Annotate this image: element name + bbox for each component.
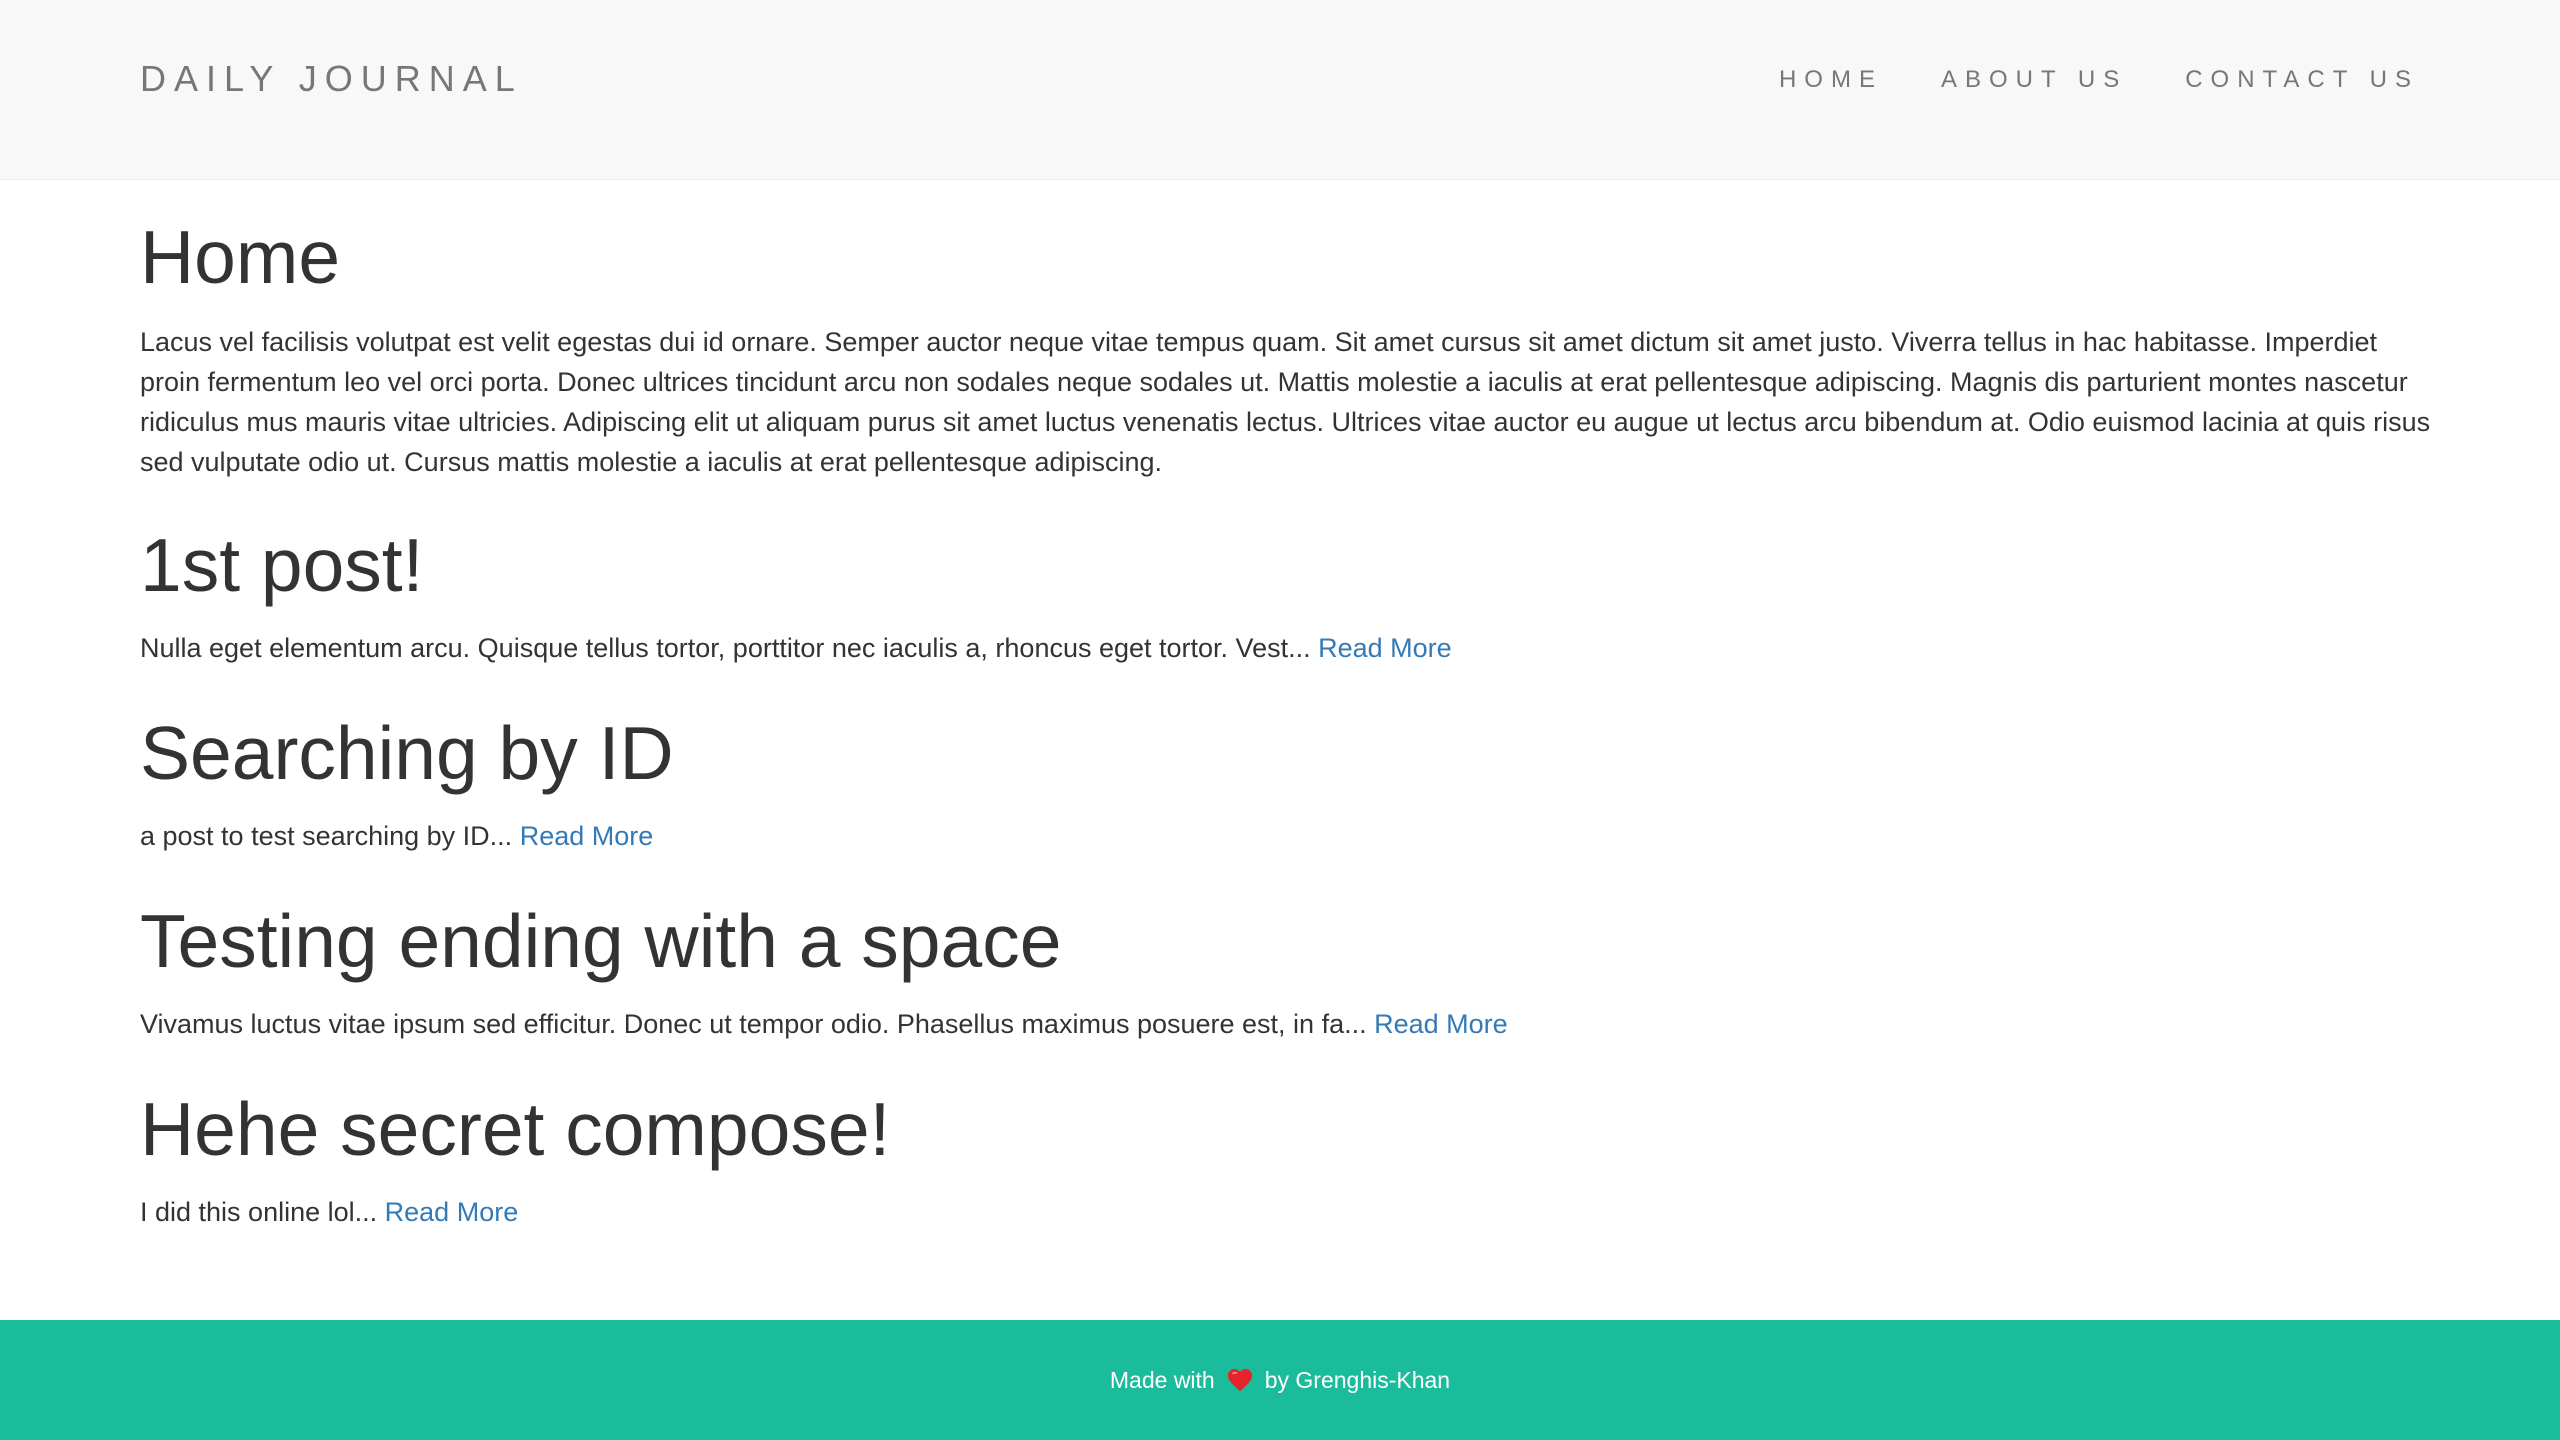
footer-made-with: Made with [1109,1366,1215,1393]
post-excerpt: a post to test searching by ID... Read M… [140,816,2440,856]
footer-author: by Grenghis-Khan [1264,1366,1451,1393]
nav-link-contact-us[interactable]: CONTACT US [2185,66,2419,94]
read-more-link[interactable]: Read More [520,821,654,851]
post-excerpt: Vivamus luctus vitae ipsum sed efficitur… [140,1004,2440,1044]
post-3: Testing ending with a space Vivamus luct… [140,896,2440,1044]
post-excerpt-text: a post to test searching by ID... [140,821,513,851]
post-2: Searching by ID a post to test searching… [140,708,2440,856]
post-title: Searching by ID [140,711,674,795]
post-4: Hehe secret compose! I did this online l… [140,1084,2440,1232]
read-more-link[interactable]: Read More [385,1197,519,1227]
brand-link[interactable]: DAILY JOURNAL [140,58,523,100]
navbar: DAILY JOURNAL HOME ABOUT US CONTACT US [0,0,2560,180]
nav-item-contact: CONTACT US [2127,66,2419,94]
footer: Made with by Grenghis-Khan [0,1320,2560,1440]
page-title: Home [140,215,341,299]
heart-icon-svg [1227,1369,1252,1391]
heart-icon [1227,1368,1253,1392]
nav-item-about: ABOUT US [1883,66,2127,94]
main-content: Home Lacus vel facilisis volutpat est ve… [140,212,2440,1272]
post-excerpt: Nulla eget elementum arcu. Quisque tellu… [140,628,2440,668]
read-more-link[interactable]: Read More [1318,633,1452,663]
nav-link-home[interactable]: HOME [1779,66,1883,94]
post-excerpt: I did this online lol... Read More [140,1192,2440,1232]
post-excerpt-text: Vivamus luctus vitae ipsum sed efficitur… [140,1009,1367,1039]
nav-item-home: HOME [1721,66,1883,94]
nav-link-about-us[interactable]: ABOUT US [1941,66,2127,94]
nav-links: HOME ABOUT US CONTACT US [1721,66,2419,94]
post-1: 1st post! Nulla eget elementum arcu. Qui… [140,520,2440,668]
post-excerpt-text: Nulla eget elementum arcu. Quisque tellu… [140,633,1311,663]
post-title: 1st post! [140,523,424,607]
post-title: Testing ending with a space [140,899,1062,983]
read-more-link[interactable]: Read More [1374,1009,1508,1039]
post-excerpt-text: I did this online lol... [140,1197,378,1227]
post-title: Hehe secret compose! [140,1087,891,1171]
intro-text: Lacus vel facilisis volutpat est velit e… [140,327,2431,477]
